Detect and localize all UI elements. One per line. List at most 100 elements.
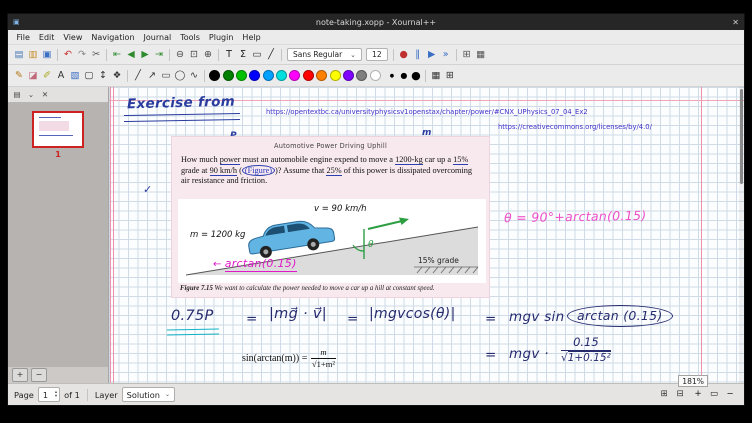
- menu-item[interactable]: File: [12, 33, 34, 42]
- color-swatch[interactable]: [249, 70, 260, 81]
- save-icon[interactable]: ▣: [40, 48, 54, 62]
- stroke-fine-icon[interactable]: ●: [386, 73, 398, 79]
- color-swatch[interactable]: [209, 70, 220, 81]
- color-swatch[interactable]: [356, 70, 367, 81]
- stroke-medium-icon[interactable]: ●: [398, 71, 410, 80]
- open-document-icon[interactable]: ▥: [26, 48, 40, 62]
- color-swatch[interactable]: [276, 70, 287, 81]
- fill-toggle-icon[interactable]: ▦: [429, 69, 443, 83]
- select-region-icon[interactable]: ▢: [82, 69, 96, 83]
- snap-grid-icon[interactable]: ⊞: [443, 69, 457, 83]
- ellipse-shape-icon[interactable]: ◯: [173, 69, 187, 83]
- spin-down-icon[interactable]: ▾: [55, 395, 57, 399]
- text-insert-icon[interactable]: A: [54, 69, 68, 83]
- menu-item[interactable]: View: [59, 33, 87, 42]
- handwriting-arctan-label[interactable]: ←arctan(0.15): [213, 257, 297, 270]
- close-sidebar-icon[interactable]: ✕: [39, 89, 51, 101]
- audio-pause-icon[interactable]: ‖: [411, 48, 425, 62]
- handwriting-power-term[interactable]: 0.75P: [171, 308, 214, 324]
- zoom-in-icon[interactable]: +: [690, 387, 706, 402]
- font-selector[interactable]: Sans Regular ⌄: [287, 48, 362, 61]
- layer-selector[interactable]: Solution ⌄: [122, 387, 175, 402]
- color-swatch[interactable]: [343, 70, 354, 81]
- shape-tool-icon[interactable]: ▭: [250, 48, 264, 62]
- handwriting-exercise-from[interactable]: Exercise from: [127, 94, 235, 113]
- fullscreen-icon[interactable]: ▦: [474, 48, 488, 62]
- color-swatch[interactable]: [316, 70, 327, 81]
- problem-screenshot[interactable]: Automotive Power Driving Uphill How much…: [171, 136, 490, 298]
- text-tool-icon[interactable]: T: [222, 48, 236, 62]
- page-preview-panel[interactable]: 1: [8, 103, 108, 367]
- source-link[interactable]: https://opentextbc.ca/universityphysicsv…: [266, 108, 588, 116]
- grid-snap-icon[interactable]: ⊞: [460, 48, 474, 62]
- zoom-original-icon[interactable]: ▭: [706, 387, 722, 402]
- stroke-thick-icon[interactable]: ●: [410, 69, 422, 82]
- menu-item[interactable]: Plugin: [204, 33, 238, 42]
- zoom-in-icon[interactable]: ⊕: [201, 48, 215, 62]
- zoom-fit-icon[interactable]: ⊡: [187, 48, 201, 62]
- color-swatch[interactable]: [303, 70, 314, 81]
- menu-item[interactable]: Tools: [176, 33, 205, 42]
- eraser-tool-icon[interactable]: ◪: [26, 69, 40, 83]
- preview-pages-icon[interactable]: ▤: [11, 89, 23, 101]
- zoom-out-icon[interactable]: ⊖: [173, 48, 187, 62]
- spline-shape-icon[interactable]: ∿: [187, 69, 201, 83]
- new-document-icon[interactable]: ▤: [12, 48, 26, 62]
- latex-tool-icon[interactable]: Σ: [236, 48, 250, 62]
- expand-panel-icon[interactable]: ⌄: [25, 89, 37, 101]
- pen-tool-icon[interactable]: ✎: [12, 69, 26, 83]
- page-number-spinner[interactable]: 1 ▴▾: [38, 387, 60, 402]
- menu-item[interactable]: Journal: [139, 33, 176, 42]
- spinner-arrows[interactable]: ▴▾: [55, 391, 59, 399]
- handwriting-circled-arctan[interactable]: arctan (0.15): [567, 305, 673, 327]
- zoom-out-icon[interactable]: −: [722, 387, 738, 402]
- color-swatch[interactable]: [330, 70, 341, 81]
- delete-page-icon[interactable]: −: [31, 368, 47, 382]
- arrow-shape-icon[interactable]: ↗: [145, 69, 159, 83]
- vertical-space-icon[interactable]: ↕: [96, 69, 110, 83]
- handwriting-mgv-term[interactable]: mgv ·: [509, 346, 549, 362]
- audio-forward-icon[interactable]: »: [439, 48, 453, 62]
- handwriting-fraction[interactable]: 0.15 √1+0.15²: [561, 335, 611, 364]
- dual-page-icon[interactable]: ⊟: [672, 387, 688, 402]
- handwriting-sin-term[interactable]: mgv sin: [509, 309, 564, 325]
- latex-identity[interactable]: sin(arctan(m)) = m √1+m²: [242, 347, 336, 369]
- cut-icon[interactable]: ✂: [89, 48, 103, 62]
- handwriting-dot-product-term[interactable]: |mg⃗ · v⃗|: [269, 306, 327, 322]
- color-swatch[interactable]: [289, 70, 300, 81]
- handwriting-theta-equation[interactable]: θ = 90°+arctan(0.15): [504, 208, 647, 225]
- document-canvas[interactable]: Exercise from https://opentextbc.ca/univ…: [109, 87, 744, 383]
- menu-item[interactable]: Navigation: [87, 33, 139, 42]
- figure-reference-link[interactable]: (Figure): [242, 165, 275, 176]
- highlighter-tool-icon[interactable]: ✐: [40, 69, 54, 83]
- next-page-icon[interactable]: ▶: [138, 48, 152, 62]
- color-swatch[interactable]: [263, 70, 274, 81]
- redo-icon[interactable]: ↷: [75, 48, 89, 62]
- titlebar[interactable]: ▣ note-taking.xopp - Xournal++ ✕: [8, 14, 744, 30]
- line-shape-icon[interactable]: ╱: [131, 69, 145, 83]
- color-swatch[interactable]: [370, 70, 381, 81]
- add-page-icon[interactable]: +: [12, 368, 28, 382]
- hand-tool-icon[interactable]: ❖: [110, 69, 124, 83]
- license-link[interactable]: https://creativecommons.org/licenses/by/…: [498, 123, 652, 131]
- menu-item[interactable]: Help: [238, 33, 265, 42]
- audio-play-icon[interactable]: ▶: [425, 48, 439, 62]
- handwriting-check-mark[interactable]: ✓: [143, 183, 153, 196]
- vertical-scrollbar[interactable]: [739, 87, 744, 383]
- menu-item[interactable]: Edit: [34, 33, 59, 42]
- scrollbar-thumb[interactable]: [740, 89, 743, 184]
- rectangle-shape-icon[interactable]: ▭: [159, 69, 173, 83]
- page-thumbnail[interactable]: [32, 111, 84, 148]
- color-swatch[interactable]: [236, 70, 247, 81]
- undo-icon[interactable]: ↶: [61, 48, 75, 62]
- last-page-icon[interactable]: ⇥: [152, 48, 166, 62]
- image-tool-icon[interactable]: ▧: [68, 69, 82, 83]
- close-window-button[interactable]: ✕: [732, 18, 739, 27]
- first-page-icon[interactable]: ⇤: [110, 48, 124, 62]
- handwriting-cos-term[interactable]: |mgvcos(θ)|: [369, 306, 456, 322]
- ruler-tool-icon[interactable]: ╱: [264, 48, 278, 62]
- color-swatch[interactable]: [223, 70, 234, 81]
- audio-record-icon[interactable]: ●: [397, 48, 411, 62]
- pages-grid-icon[interactable]: ⊞: [656, 387, 672, 402]
- font-size-input[interactable]: 12: [366, 48, 388, 61]
